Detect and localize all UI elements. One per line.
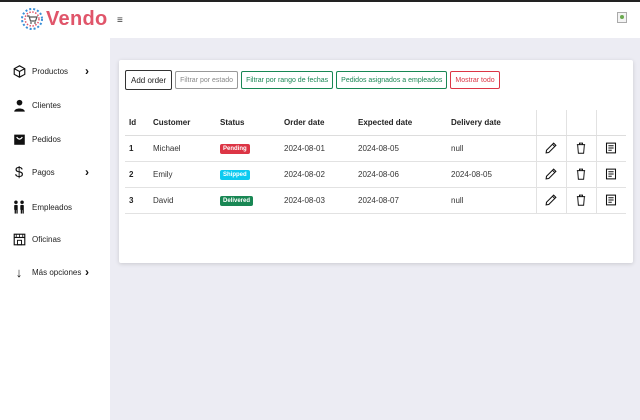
sidebar-item-productos[interactable]: Productos › [0,61,110,81]
sidebar-item-label: Pedidos [32,134,61,144]
arrow-down-icon: ↓ [15,264,23,280]
filter-dates-button[interactable]: Filtrar por rango de fechas [241,71,334,89]
column-header-expected-date: Expected date [354,110,447,136]
delivery-date: null [447,135,536,162]
order-status-cell: Delivered [216,187,280,214]
filter-status-button[interactable]: Filtrar por estado [175,71,239,89]
delete-cell [565,161,596,188]
order-customer: Emily [149,161,216,188]
table-row: 2 Emily Shipped 2024-08-02 2024-08-06 20… [125,161,626,188]
edit-cell [535,135,566,162]
edit-cell [535,161,566,188]
order-id: 3 [125,187,149,214]
status-badge: Delivered [220,195,254,206]
sidebar-item-label: Más opciones [32,267,82,277]
order-bag-icon [12,132,26,146]
order-date: 2024-08-03 [280,187,354,214]
store-icon [12,232,26,246]
sidebar-item-label: Pagos [32,167,55,177]
table-row: 3 David Delivered 2024-08-03 2024-08-07 … [125,187,626,214]
orders-toolbar: Add order Filtrar por estado Filtrar por… [125,70,503,90]
details-icon[interactable] [605,168,617,180]
order-status-cell: Pending [216,135,280,162]
sidebar-item-label: Clientes [32,100,61,110]
people-icon [12,200,26,214]
details-icon[interactable] [605,194,617,206]
pencil-icon[interactable] [545,142,557,154]
column-header-order-date: Order date [280,110,354,136]
sidebar-item-pagos[interactable]: $ Pagos › [0,162,110,182]
order-id: 1 [125,135,149,162]
sidebar-item-label: Productos [32,66,69,76]
person-icon [12,98,26,112]
sidebar-item-clientes[interactable]: Clientes [0,95,110,115]
details-icon[interactable] [605,142,617,154]
chevron-right-icon: › [85,265,89,279]
delivery-date: 2024-08-05 [447,161,536,188]
expected-date: 2024-08-05 [354,135,447,162]
expected-date: 2024-08-06 [354,161,447,188]
dollar-icon: $ [14,163,24,181]
pencil-icon[interactable] [545,168,557,180]
order-date: 2024-08-02 [280,161,354,188]
column-header-id: Id [125,110,149,136]
details-cell [595,135,626,162]
trash-icon[interactable] [575,168,587,180]
add-order-button[interactable]: Add order [125,70,173,90]
sidebar-item-mas-opciones[interactable]: ↓ Más opciones › [0,262,110,282]
sidebar-item-label: Oficinas [32,234,61,244]
delivery-date: null [447,187,536,214]
column-header-details [595,110,626,136]
edit-cell [535,187,566,214]
pencil-icon[interactable] [545,194,557,206]
show-all-button[interactable]: Mostrar todo [450,71,500,89]
delete-cell [565,135,596,162]
order-id: 2 [125,161,149,188]
details-cell [595,161,626,188]
trash-icon[interactable] [575,142,587,154]
details-cell [595,187,626,214]
sidebar-item-empleados[interactable]: Empleados [0,197,110,217]
trash-icon[interactable] [575,194,587,206]
sidebar-item-pedidos[interactable]: Pedidos [0,129,110,149]
order-customer: David [149,187,216,214]
order-customer: Michael [149,135,216,162]
column-header-status: Status [216,110,280,136]
app-title: Vendo [46,7,108,30]
user-avatar[interactable] [617,12,627,23]
chevron-right-icon: › [85,165,89,179]
column-header-delivery-date: Delivery date [447,110,536,136]
order-date: 2024-08-01 [280,135,354,162]
sidebar: Productos › Clientes Pedidos $ Pagos › E… [0,38,110,420]
table-header-row: Id Customer Status Order date Expected d… [125,110,626,136]
assigned-employees-button[interactable]: Pedidos asignados a empleados [336,71,448,89]
sidebar-item-oficinas[interactable]: Oficinas [0,229,110,249]
orders-table: Id Customer Status Order date Expected d… [125,110,626,214]
main-content: Add order Filtrar por estado Filtrar por… [110,38,640,420]
sidebar-item-label: Empleados [32,202,73,212]
column-header-delete [565,110,596,136]
cart-logo-icon [20,7,44,31]
top-bar: Vendo ≡ [0,0,640,38]
column-header-customer: Customer [149,110,216,136]
expected-date: 2024-08-07 [354,187,447,214]
orders-card: Add order Filtrar por estado Filtrar por… [119,60,633,263]
order-status-cell: Shipped [216,161,280,188]
delete-cell [565,187,596,214]
table-row: 1 Michael Pending 2024-08-01 2024-08-05 … [125,135,626,162]
chevron-right-icon: › [85,64,89,78]
status-badge: Pending [220,143,250,154]
app-logo[interactable]: Vendo [20,7,108,31]
box-icon [12,64,26,78]
column-header-edit [535,110,566,136]
menu-toggle-icon[interactable]: ≡ [117,15,123,26]
status-badge: Shipped [220,169,250,180]
